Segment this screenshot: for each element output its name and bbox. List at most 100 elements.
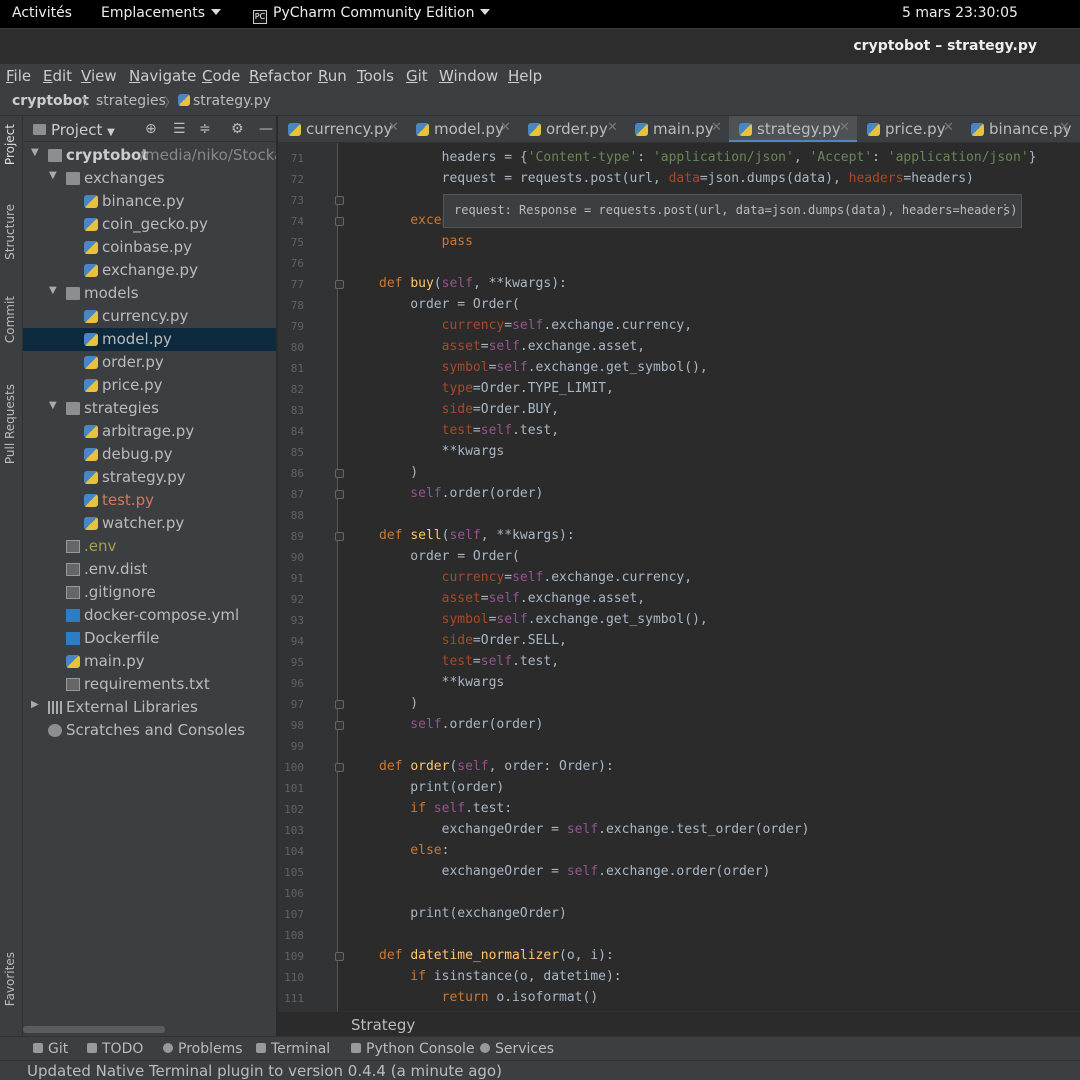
project-view-selector[interactable]: Project ▼ (51, 121, 115, 139)
expand-all-icon[interactable]: ☰ (173, 121, 186, 137)
menu-edit[interactable]: Edit (43, 67, 72, 85)
fold-marker-icon[interactable] (335, 700, 344, 709)
code-editor[interactable]: 71 72 73 74 75 76 77 78 79 80 81 82 83 84 85 86 87 88 89 90… (278, 143, 1080, 1011)
code-token: def (379, 948, 411, 963)
tree-item[interactable]: ▼ models (23, 282, 276, 305)
tree-item[interactable]: coinbase.py (23, 236, 276, 259)
tree-item[interactable]: ▶ External Libraries (23, 696, 276, 719)
editor-tab[interactable]: binance.py ✕ (961, 116, 1077, 142)
chevron-down-icon[interactable]: ▼ (49, 285, 57, 296)
tool-git[interactable]: Git (33, 1041, 68, 1057)
chevron-down-icon[interactable]: ▼ (49, 400, 57, 411)
tree-item[interactable]: .gitignore (23, 581, 276, 604)
editor-tab[interactable]: order.py ✕ (518, 116, 625, 142)
fold-marker-icon[interactable] (335, 763, 344, 772)
places-menu[interactable]: Emplacements (101, 5, 222, 21)
tree-item[interactable]: model.py (23, 328, 276, 351)
breadcrumb-project[interactable]: cryptobot (12, 93, 89, 109)
more-options-icon[interactable]: ⋮ (998, 202, 1012, 218)
tool-terminal[interactable]: Terminal (256, 1041, 330, 1057)
menu-navigate[interactable]: Navigate (129, 67, 196, 85)
tree-item[interactable]: order.py (23, 351, 276, 374)
fold-marker-icon[interactable] (335, 721, 344, 730)
tool-todo[interactable]: TODO (87, 1041, 143, 1057)
tree-item[interactable]: debug.py (23, 443, 276, 466)
editor-tab[interactable]: main.py ✕ (625, 116, 729, 142)
tree-item[interactable]: Dockerfile (23, 627, 276, 650)
tool-tab-favorites[interactable]: Favorites (3, 952, 17, 1006)
close-icon[interactable]: ✕ (839, 120, 850, 135)
chevron-right-icon[interactable]: ▶ (31, 699, 39, 710)
fold-marker-icon[interactable] (335, 217, 344, 226)
tree-item[interactable]: binance.py (23, 190, 276, 213)
tree-item[interactable]: ▼ cryptobot/media/niko/Stockag (23, 144, 276, 167)
app-menu[interactable]: PC PyCharm Community Edition (253, 5, 491, 24)
close-icon[interactable]: ✕ (607, 120, 618, 135)
tree-item[interactable]: watcher.py (23, 512, 276, 535)
tree-item[interactable]: .env.dist (23, 558, 276, 581)
tree-item[interactable]: price.py (23, 374, 276, 397)
editor-tab[interactable]: currency.py ✕ (278, 116, 406, 142)
fold-marker-icon[interactable] (335, 280, 344, 289)
menu-file[interactable]: File (6, 67, 31, 85)
tool-tab-pull-requests[interactable]: Pull Requests (3, 384, 17, 464)
tree-item[interactable]: strategy.py (23, 466, 276, 489)
tree-item[interactable]: .env (23, 535, 276, 558)
breadcrumb-file[interactable]: strategy.py (178, 93, 271, 109)
tree-item[interactable]: main.py (23, 650, 276, 673)
tree-item[interactable]: coin_gecko.py (23, 213, 276, 236)
close-icon[interactable]: ✕ (711, 120, 722, 135)
menu-code[interactable]: Code (202, 67, 240, 85)
tree-item[interactable]: currency.py (23, 305, 276, 328)
fold-marker-icon[interactable] (335, 952, 344, 961)
tool-services[interactable]: Services (480, 1041, 554, 1057)
menu-git[interactable]: Git (406, 67, 428, 85)
chevron-down-icon[interactable]: ▼ (31, 147, 39, 158)
menu-tools[interactable]: Tools (357, 67, 394, 85)
tree-item[interactable]: requirements.txt (23, 673, 276, 696)
breadcrumb-separator: 〉 (164, 96, 178, 111)
tree-item[interactable]: ▼ exchanges (23, 167, 276, 190)
line-number: 80 (290, 341, 304, 354)
menu-run[interactable]: Run (318, 67, 347, 85)
activities-button[interactable]: Activités (12, 5, 72, 21)
tool-problems[interactable]: Problems (163, 1041, 243, 1057)
fold-marker-icon[interactable] (335, 469, 344, 478)
tool-python-console[interactable]: Python Console (351, 1041, 475, 1057)
tool-tab-commit[interactable]: Commit (3, 296, 17, 343)
menu-view[interactable]: View (81, 67, 117, 85)
menu-window[interactable]: Window (439, 67, 498, 85)
close-icon[interactable]: ✕ (943, 120, 954, 135)
chevron-down-icon[interactable]: ▼ (49, 170, 57, 181)
tree-item[interactable]: Scratches and Consoles (23, 719, 276, 742)
menu-help[interactable]: Help (508, 67, 542, 85)
window-titlebar[interactable]: cryptobot – strategy.py (0, 28, 1080, 64)
horizontal-scrollbar[interactable] (23, 1026, 165, 1033)
fold-marker-icon[interactable] (335, 490, 344, 499)
tree-item[interactable]: test.py (23, 489, 276, 512)
collapse-all-icon[interactable]: ≑ (199, 121, 211, 137)
tree-item[interactable]: ▼ strategies (23, 397, 276, 420)
editor-tab[interactable]: strategy.py ✕ (729, 116, 857, 142)
tool-tab-structure[interactable]: Structure (3, 204, 17, 260)
tree-item[interactable]: exchange.py (23, 259, 276, 282)
close-icon[interactable]: ✕ (1059, 120, 1070, 135)
python-file-icon (739, 123, 752, 136)
status-message[interactable]: Updated Native Terminal plugin to versio… (27, 1062, 502, 1080)
locate-icon[interactable]: ⊕ (145, 121, 157, 137)
fold-marker-icon[interactable] (335, 196, 344, 205)
close-icon[interactable]: ✕ (388, 120, 399, 135)
hide-icon[interactable]: — (259, 121, 273, 137)
fold-marker-icon[interactable] (335, 532, 344, 541)
editor-tab[interactable]: model.py ✕ (406, 116, 518, 142)
tree-item[interactable]: arbitrage.py (23, 420, 276, 443)
breadcrumb-folder[interactable]: strategies (96, 93, 166, 109)
structure-crumb-class[interactable]: Strategy (351, 1016, 415, 1034)
close-icon[interactable]: ✕ (500, 120, 511, 135)
tool-tab-project[interactable]: Project (3, 124, 17, 165)
editor-tab[interactable]: price.py ✕ (857, 116, 961, 142)
clock[interactable]: 5 mars 23:30:05 (902, 5, 1018, 21)
gear-icon[interactable]: ⚙ (231, 121, 244, 137)
menu-refactor[interactable]: Refactor (249, 67, 312, 85)
tree-item[interactable]: docker-compose.yml (23, 604, 276, 627)
